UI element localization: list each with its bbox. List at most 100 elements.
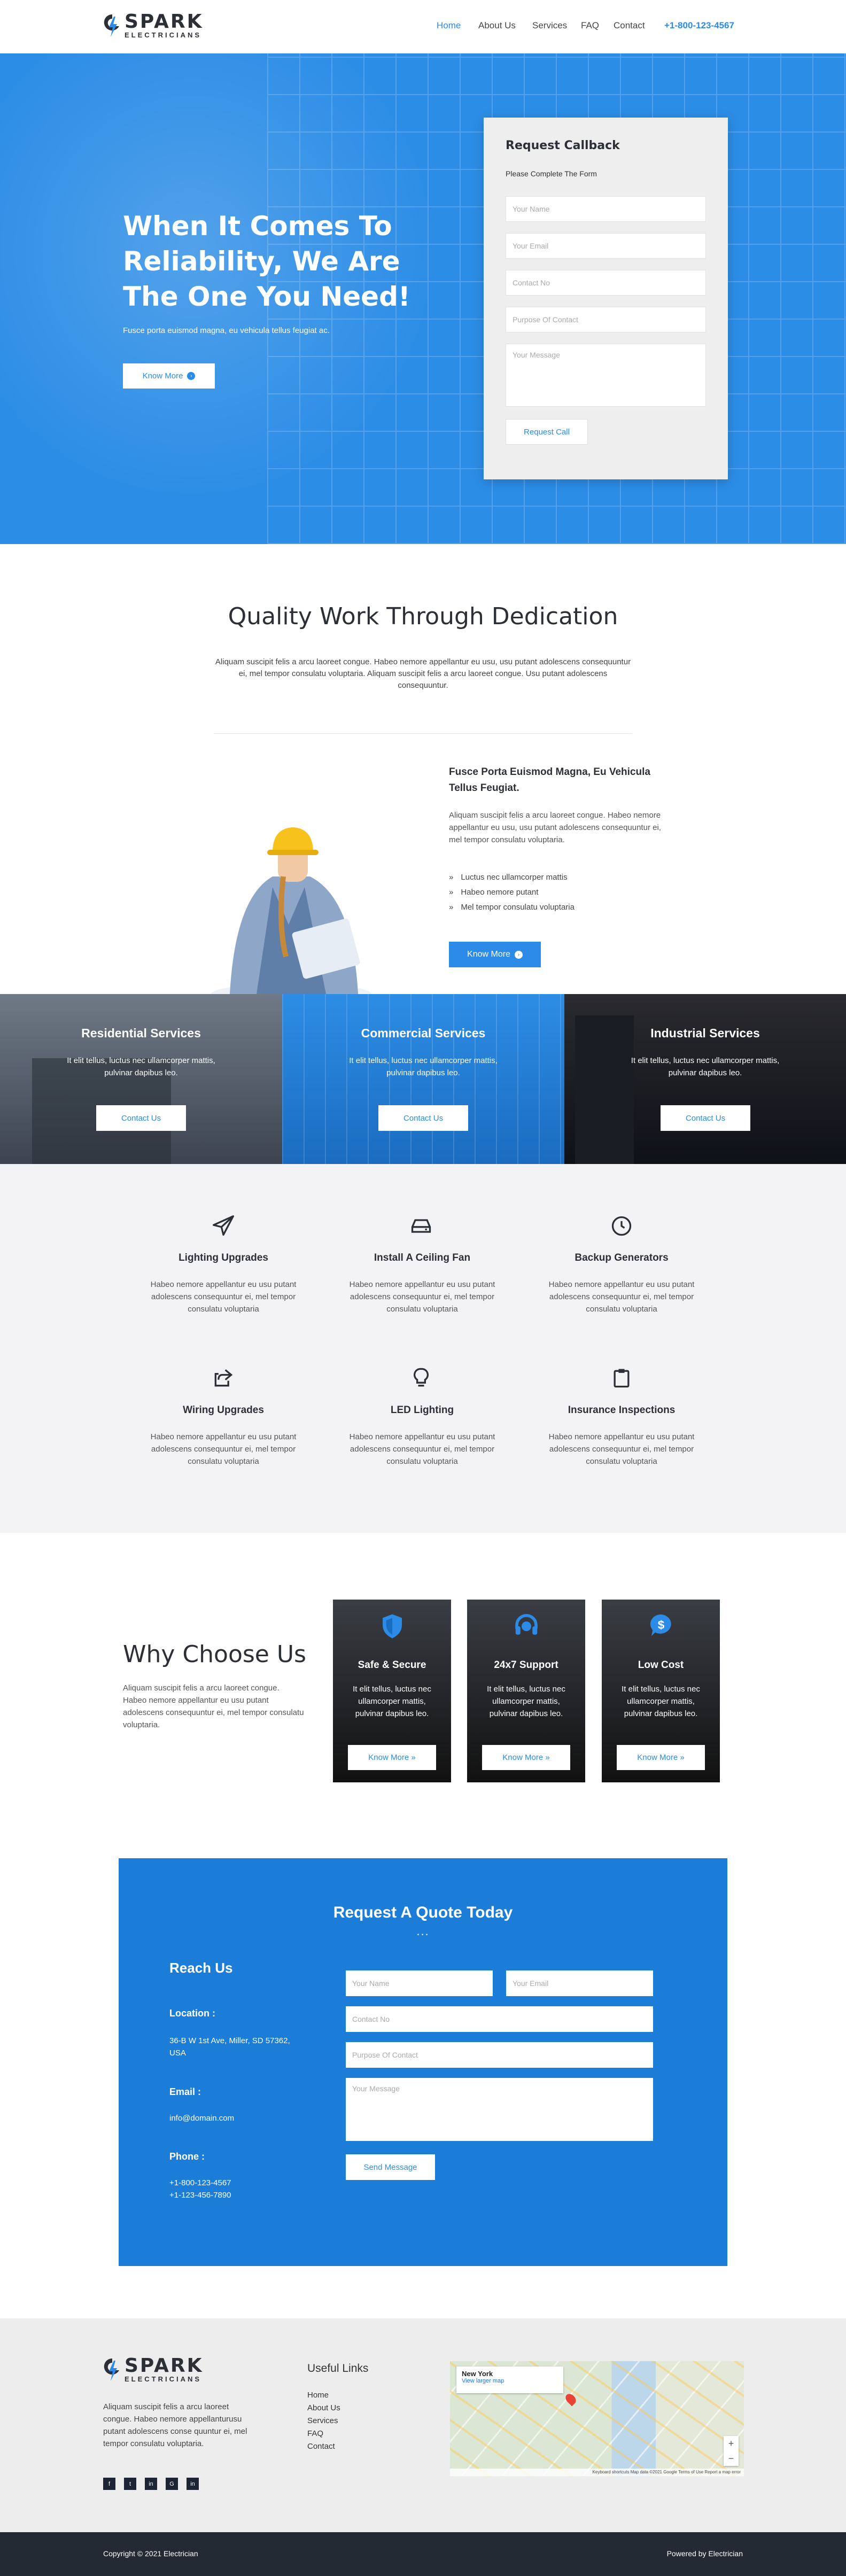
instagram-icon[interactable]: in	[187, 2478, 199, 2490]
map-zoom-control[interactable]: + −	[724, 2436, 739, 2466]
footer-logo[interactable]: SPARK ELECTRICIANS	[103, 2356, 204, 2384]
quote-name-input[interactable]: Your Name	[346, 1970, 493, 1996]
site-header: SPARK ELECTRICIANS Home About Us Service…	[0, 0, 846, 53]
copyright-text: Copyright © 2021 Electrician	[103, 2549, 198, 2558]
hero-section: When It Comes To Reliability, We Are The…	[0, 53, 846, 544]
feature-text: Habeo nemore appellantur eu usu putant a…	[548, 1280, 695, 1314]
double-chevron-icon: »	[449, 903, 454, 912]
service-card-industrial: Industrial Services It elit tellus, luct…	[564, 994, 846, 1164]
why-card-text: It elit tellus, luctus nec ullamcorper m…	[353, 1685, 431, 1718]
footer-about: Aliquam suscipit felis a arcu laoreet co…	[103, 2402, 247, 2448]
footer-link-services[interactable]: Services	[307, 2416, 338, 2425]
quote-section: Request A Quote Today ... Reach Us Locat…	[119, 1858, 727, 2266]
footer-link-faq[interactable]: FAQ	[307, 2429, 323, 2438]
location-label: Location :	[169, 2008, 215, 2019]
arrow-right-icon: ›	[514, 950, 523, 959]
map-larger-link[interactable]: View larger map	[462, 2378, 558, 2384]
facebook-icon[interactable]: f	[103, 2478, 115, 2490]
callback-email-input[interactable]: Your Email	[506, 233, 706, 259]
feature-title: Install A Ceiling Fan	[374, 1252, 471, 1263]
why-title: Why Choose Us	[123, 1641, 306, 1668]
double-chevron-icon: »	[449, 873, 454, 882]
why-card-support: 24x7 Support It elit tellus, luctus nec …	[467, 1600, 585, 1782]
footer-link-contact[interactable]: Contact	[307, 2442, 335, 2451]
quote-purpose-input[interactable]: Purpose Of Contact	[346, 2042, 653, 2068]
why-text: Aliquam suscipit felis a arcu laoreet co…	[123, 1683, 304, 1729]
service-title: Commercial Services	[361, 1026, 486, 1040]
why-know-more-button[interactable]: Know More »	[617, 1745, 705, 1770]
service-title: Residential Services	[81, 1026, 201, 1040]
why-know-more-button[interactable]: Know More »	[348, 1745, 436, 1770]
feature-text: Habeo nemore appellantur eu usu putant a…	[548, 1432, 695, 1466]
callback-purpose-input[interactable]: Purpose Of Contact	[506, 307, 706, 332]
send-message-button[interactable]: Send Message	[346, 2154, 435, 2180]
headset-icon	[515, 1613, 538, 1635]
twitter-icon[interactable]: t	[124, 2478, 136, 2490]
location-value: 36-B W 1st Ave, Miller, SD 57362, USA	[169, 2036, 290, 2058]
quality-title: Quality Work Through Dedication	[228, 603, 618, 630]
footer-link-home[interactable]: Home	[307, 2391, 329, 2400]
nav-home[interactable]: Home	[437, 20, 461, 31]
callback-form: Request Callback Please Complete The For…	[484, 118, 728, 479]
linkedin-icon[interactable]: in	[145, 2478, 157, 2490]
brand-tagline: ELECTRICIANS	[125, 31, 202, 39]
why-know-more-button[interactable]: Know More »	[482, 1745, 570, 1770]
dollar-chat-icon: $	[650, 1614, 671, 1636]
nav-phone[interactable]: +1-800-123-4567	[664, 20, 734, 31]
clock-icon	[611, 1216, 632, 1236]
phone-label: Phone :	[169, 2151, 205, 2162]
service-text: It elit tellus, luctus nec ullamcorper m…	[67, 1056, 215, 1077]
feature-text: Habeo nemore appellantur eu usu putant a…	[150, 1432, 297, 1466]
phone-value[interactable]: +1-800-123-4567	[169, 2177, 231, 2189]
phone-value[interactable]: +1-123-456-7890	[169, 2189, 231, 2201]
quality-know-more-button[interactable]: Know More ›	[449, 942, 541, 967]
hero-know-more-button[interactable]: Know More ›	[123, 363, 215, 389]
callback-name-input[interactable]: Your Name	[506, 196, 706, 222]
share-box-icon	[214, 1369, 233, 1387]
nav-faq[interactable]: FAQ	[581, 20, 599, 31]
bolt-logo-icon	[104, 14, 119, 37]
paper-plane-icon	[213, 1215, 234, 1236]
quality-heading: Fusce Porta Euismod Magna, Eu Vehicula T…	[449, 766, 650, 794]
quote-contact-input[interactable]: Contact No	[346, 2006, 653, 2032]
request-call-button[interactable]: Request Call	[506, 419, 588, 445]
contact-us-button[interactable]: Contact Us	[661, 1105, 750, 1131]
nav-services[interactable]: Services	[532, 20, 567, 31]
powered-by-text: Powered by Electrician	[666, 2549, 743, 2558]
map-embed[interactable]: New York View larger map + − Keyboard sho…	[450, 2361, 744, 2476]
divider	[214, 733, 632, 734]
contact-us-button[interactable]: Contact Us	[378, 1105, 468, 1131]
why-card-title: Safe & Secure	[358, 1659, 426, 1671]
feature-text: Habeo nemore appellantur eu usu putant a…	[349, 1432, 495, 1466]
why-card-text: It elit tellus, luctus nec ullamcorper m…	[622, 1685, 700, 1718]
callback-subtitle: Please Complete The Form	[506, 169, 597, 178]
contact-us-button[interactable]: Contact Us	[96, 1105, 186, 1131]
brand-logo[interactable]: SPARK ELECTRICIANS	[103, 12, 204, 40]
why-card-text: It elit tellus, luctus nec ullamcorper m…	[487, 1685, 565, 1718]
feature-title: Backup Generators	[575, 1252, 669, 1263]
double-chevron-icon: »	[449, 888, 454, 897]
footer-link-about[interactable]: About Us	[307, 2403, 340, 2412]
feature-text: Habeo nemore appellantur eu usu putant a…	[349, 1280, 495, 1314]
email-value[interactable]: info@domain.com	[169, 2112, 234, 2124]
quote-message-textarea[interactable]: Your Message	[346, 2078, 653, 2141]
clipboard-icon	[614, 1369, 630, 1388]
bolt-logo-icon	[104, 2358, 119, 2381]
google-icon[interactable]: G	[166, 2478, 178, 2490]
footer-bottom-bar: Copyright © 2021 Electrician Powered by …	[0, 2532, 846, 2576]
quote-title: Request A Quote Today	[333, 1904, 513, 1921]
bullet-item: » Habeo nemore putant	[449, 888, 539, 897]
service-card-residential: Residential Services It elit tellus, luc…	[0, 994, 282, 1164]
light-bulb-icon	[413, 1368, 429, 1387]
service-text: It elit tellus, luctus nec ullamcorper m…	[349, 1056, 498, 1077]
quote-email-input[interactable]: Your Email	[506, 1970, 653, 1996]
feature-title: Wiring Upgrades	[183, 1405, 264, 1416]
nav-about[interactable]: About Us	[478, 20, 516, 31]
feature-title: Lighting Upgrades	[178, 1252, 268, 1263]
nav-contact[interactable]: Contact	[614, 20, 645, 31]
callback-contact-input[interactable]: Contact No	[506, 270, 706, 296]
quote-dots: ...	[416, 1925, 430, 1938]
map-attribution: Keyboard shortcuts Map data ©2021 Google…	[450, 2469, 744, 2476]
why-card-safe: Safe & Secure It elit tellus, luctus nec…	[333, 1600, 451, 1782]
callback-message-textarea[interactable]: Your Message	[506, 344, 706, 407]
